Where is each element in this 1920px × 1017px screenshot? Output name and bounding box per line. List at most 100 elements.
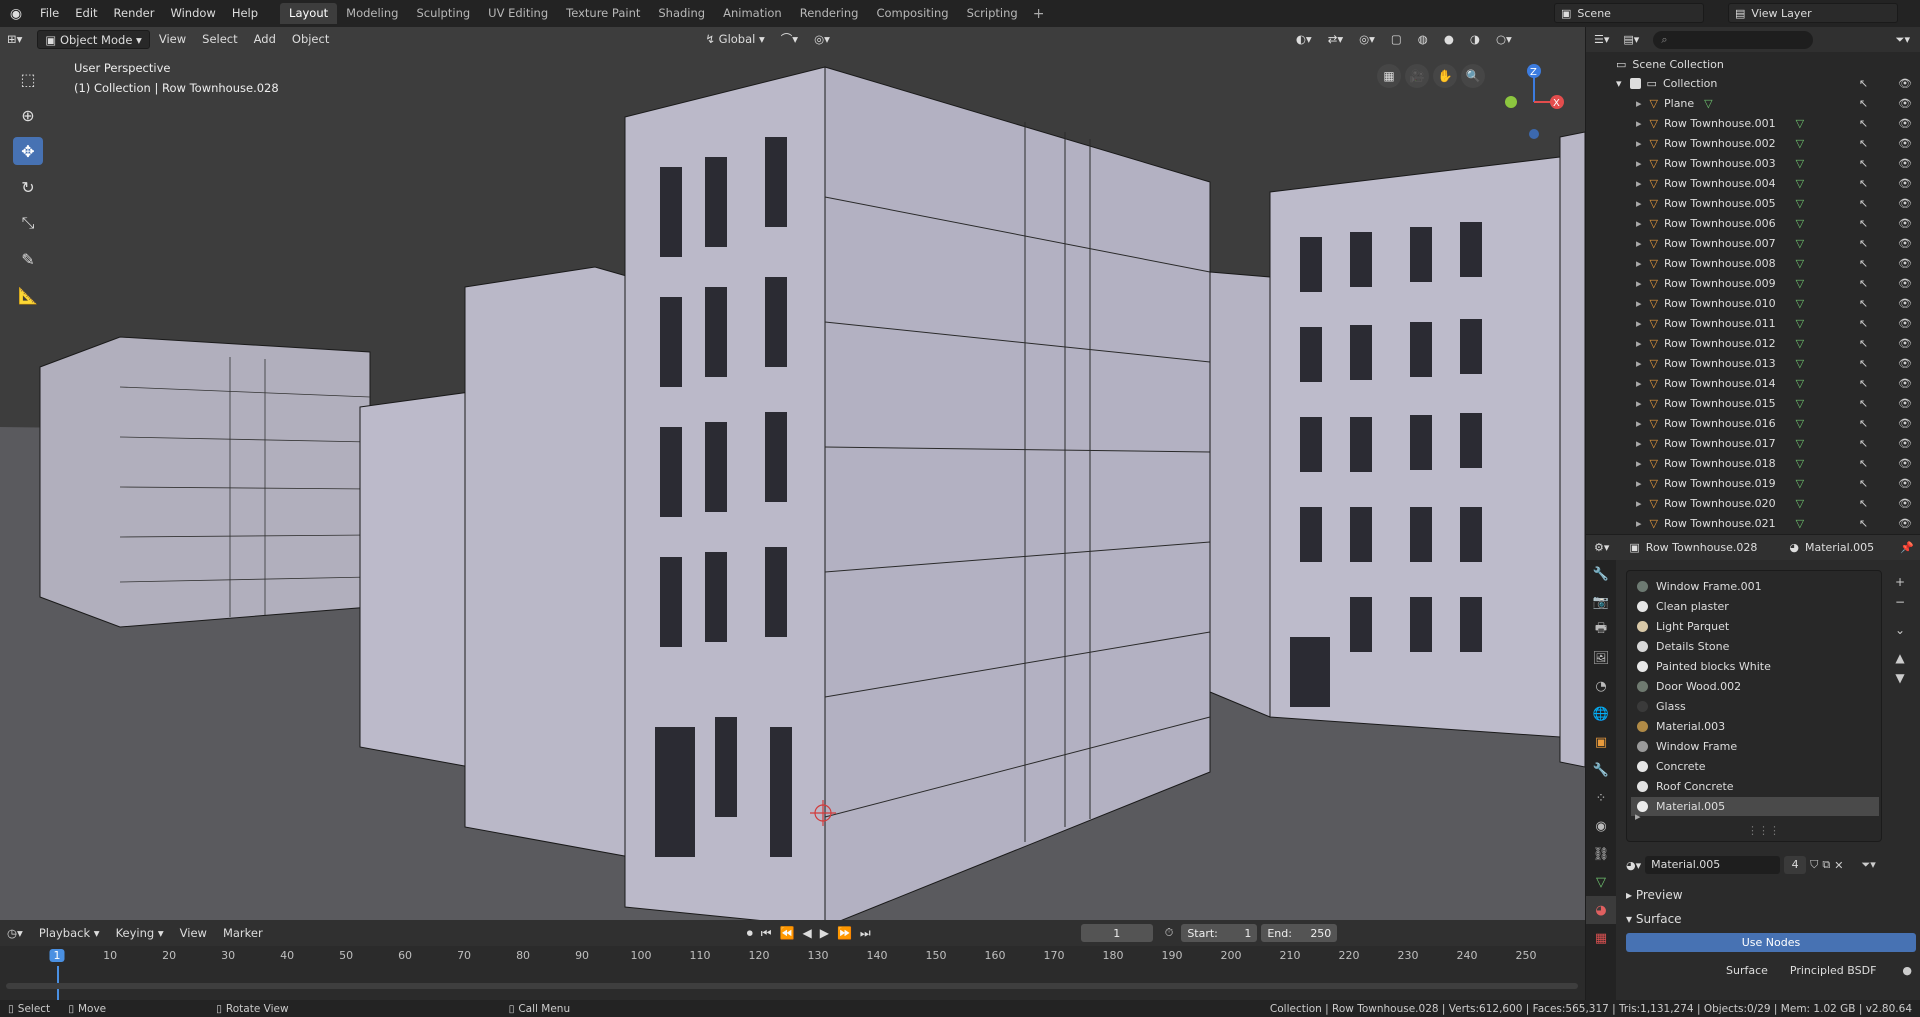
expand-arrow-icon[interactable]: ▸ [1636,497,1642,510]
rotate-tool-icon[interactable]: ↻ [13,173,43,201]
render-tab-icon[interactable]: 📷 [1586,588,1616,616]
menu-view[interactable]: View [152,30,193,49]
add-slot-icon[interactable]: + [1895,575,1905,589]
proportional-edit-icon[interactable]: ◎▾ [807,30,837,49]
measure-tool-icon[interactable]: 📐 [13,281,43,309]
mesh-data-icon[interactable]: ▽ [1704,97,1712,110]
tab-modeling[interactable]: Modeling [337,3,407,24]
expand-arrow-icon[interactable]: ▾ [1616,77,1622,90]
mesh-data-icon[interactable]: ▽ [1796,437,1804,450]
eye-icon[interactable]: 👁 [1898,237,1912,250]
select-arrow-icon[interactable]: ↖ [1859,97,1868,110]
camera-view-icon[interactable]: 🎥 [1405,64,1429,88]
select-box-tool-icon[interactable]: ⬚ [13,65,43,93]
shading-solid-icon[interactable]: ● [1437,30,1461,49]
breadcrumb-object[interactable]: Row Townhouse.028 [1646,541,1758,554]
outliner-item[interactable]: ▸ ▽ Row Townhouse.017 ▽ ↖ 👁 [1586,433,1920,453]
expand-arrow-icon[interactable]: ▸ [1636,457,1642,470]
menu-edit[interactable]: Edit [67,0,105,27]
eye-icon[interactable]: 👁 [1898,357,1912,370]
select-arrow-icon[interactable]: ↖ [1859,337,1868,350]
eye-icon[interactable]: 👁 [1898,417,1912,430]
select-arrow-icon[interactable]: ↖ [1859,277,1868,290]
outliner-item[interactable]: ▸ ▽ Row Townhouse.012 ▽ ↖ 👁 [1586,333,1920,353]
frame-ruler[interactable]: 1 10 20 30 40 50 60 70 80 90 100 110 120 130 140 150 160… [0,946,1585,966]
timeline-scrollbar[interactable] [6,983,1578,989]
shading-material-icon[interactable]: ◑ [1463,30,1487,49]
output-tab-icon[interactable]: 🖶 [1586,616,1616,644]
mesh-data-icon[interactable]: ▽ [1796,397,1804,410]
outliner-item[interactable]: ▸ ▽ Plane ▽ ↖ 👁 [1586,93,1920,113]
eye-icon[interactable]: 👁 [1898,137,1912,150]
select-arrow-icon[interactable]: ↖ [1859,117,1868,130]
constraints-tab-icon[interactable]: ⛓ [1586,840,1616,868]
tool-tab-icon[interactable]: 🔧 [1586,560,1616,588]
material-name-field[interactable]: Material.005 [1645,856,1781,874]
outliner-item[interactable]: ▸ ▽ Row Townhouse.016 ▽ ↖ 👁 [1586,413,1920,433]
expand-arrow-icon[interactable]: ▸ [1636,197,1642,210]
expand-arrow-icon[interactable]: ▸ [1636,157,1642,170]
tab-sculpting[interactable]: Sculpting [407,3,479,24]
breadcrumb-material[interactable]: Material.005 [1805,541,1874,554]
eye-icon[interactable]: 👁 [1898,457,1912,470]
mesh-data-icon[interactable]: ▽ [1796,337,1804,350]
jump-end-icon[interactable]: ⏭ [860,926,871,941]
navigation-gizmo[interactable]: Z X [1505,64,1564,139]
expand-arrow-icon[interactable]: ▸ [1636,417,1642,430]
outliner-item[interactable]: ▸ ▽ Row Townhouse.009 ▽ ↖ 👁 [1586,273,1920,293]
mesh-data-icon[interactable]: ▽ [1796,317,1804,330]
mesh-data-icon[interactable]: ▽ [1796,457,1804,470]
scene-selector[interactable]: ▣ Scene [1554,3,1704,23]
move-tool-icon[interactable]: ✥ [13,137,43,165]
select-arrow-icon[interactable]: ↖ [1859,297,1868,310]
shader-socket-icon[interactable]: ● [1902,964,1912,977]
mode-selector[interactable]: ▣ Object Mode ▾ [37,30,150,49]
mesh-data-icon[interactable]: ▽ [1796,497,1804,510]
outliner-collection[interactable]: ▾ ▭ Collection ↖ 👁 [1586,73,1920,93]
material-slot[interactable]: Concrete [1631,757,1879,776]
annotate-tool-icon[interactable]: ✎ [13,245,43,273]
expand-arrow-icon[interactable]: ▸ [1636,97,1642,110]
select-arrow-icon[interactable]: ↖ [1859,77,1868,90]
gizmo-neg-z-handle[interactable] [1529,129,1539,139]
tab-uv-editing[interactable]: UV Editing [479,3,557,24]
cursor-tool-icon[interactable]: ⊕ [13,101,43,129]
expand-arrow-icon[interactable]: ▸ [1636,477,1642,490]
mesh-data-icon[interactable]: ▽ [1796,157,1804,170]
tab-rendering[interactable]: Rendering [791,3,868,24]
mesh-data-icon[interactable]: ▽ [1796,377,1804,390]
menu-help[interactable]: Help [224,0,266,27]
menu-timeline-view[interactable]: View [173,924,214,943]
play-reverse-icon[interactable]: ◀ [802,926,811,941]
select-arrow-icon[interactable]: ↖ [1859,237,1868,250]
mesh-data-icon[interactable]: ▽ [1796,117,1804,130]
view-layer-selector[interactable]: ▤ View Layer [1728,3,1898,23]
outliner-item[interactable]: ▸ ▽ Row Townhouse.018 ▽ ↖ 👁 [1586,453,1920,473]
menu-object[interactable]: Object [285,30,336,49]
select-arrow-icon[interactable]: ↖ [1859,417,1868,430]
expand-arrow-icon[interactable]: ▸ [1636,217,1642,230]
menu-window[interactable]: Window [162,0,223,27]
select-arrow-icon[interactable]: ↖ [1859,357,1868,370]
collection-checkbox[interactable] [1629,77,1641,89]
expand-arrow-icon[interactable]: ▸ [1636,257,1642,270]
select-arrow-icon[interactable]: ↖ [1859,317,1868,330]
eye-icon[interactable]: 👁 [1898,437,1912,450]
mesh-data-icon[interactable]: ▽ [1796,137,1804,150]
pan-hand-icon[interactable]: ✋ [1433,64,1457,88]
ortho-toggle-icon[interactable]: ▦ [1377,64,1401,88]
outliner-item[interactable]: ▸ ▽ Row Townhouse.008 ▽ ↖ 👁 [1586,253,1920,273]
material-slot[interactable]: Roof Concrete [1631,777,1879,796]
play-icon[interactable]: ▶ [820,926,829,941]
eye-icon[interactable]: 👁 [1898,257,1912,270]
modifier-tab-icon[interactable]: 🔧 [1586,756,1616,784]
eye-icon[interactable]: 👁 [1898,277,1912,290]
use-nodes-button[interactable]: Use Nodes [1626,933,1916,952]
mesh-data-icon[interactable]: ▽ [1796,297,1804,310]
mesh-data-icon[interactable]: ▽ [1796,277,1804,290]
outliner-item[interactable]: ▸ ▽ Row Townhouse.021 ▽ ↖ 👁 [1586,513,1920,533]
timeline-editor-icon[interactable]: ◷▾ [0,924,30,943]
jump-start-icon[interactable]: ⏮ [761,926,772,941]
select-arrow-icon[interactable]: ↖ [1859,457,1868,470]
mesh-data-icon[interactable]: ▽ [1796,237,1804,250]
